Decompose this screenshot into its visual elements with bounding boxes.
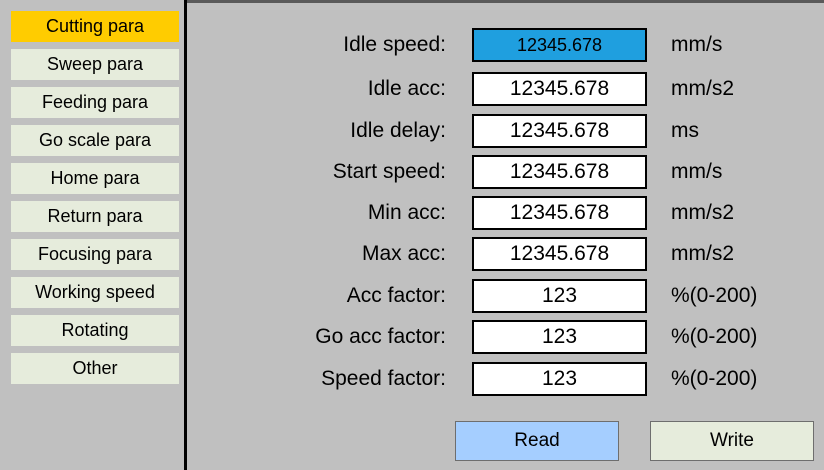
speed-factor-label: Speed factor: [321,367,446,390]
idle-speed-input[interactable] [472,28,647,62]
max-acc-input[interactable] [472,237,647,271]
sidebar-item-rotating[interactable]: Rotating [11,315,179,346]
sidebar-item-return-para[interactable]: Return para [11,201,179,232]
idle-speed-label: Idle speed: [343,33,446,56]
sidebar-item-go-scale-para[interactable]: Go scale para [11,125,179,156]
min-acc-input[interactable] [472,196,647,230]
idle-acc-input[interactable] [472,72,647,106]
idle-delay-unit: ms [671,119,699,142]
idle-delay-label: Idle delay: [350,119,446,142]
go-acc-factor-unit: %(0-200) [671,325,758,348]
min-acc-unit: mm/s2 [671,201,734,224]
acc-factor-label: Acc factor: [346,284,446,307]
start-speed-input[interactable] [472,155,647,189]
read-button[interactable]: Read [455,421,619,461]
idle-acc-unit: mm/s2 [671,77,734,100]
max-acc-label: Max acc: [361,242,446,265]
min-acc-label: Min acc: [367,201,446,224]
idle-speed-unit: mm/s [671,33,723,56]
write-button[interactable]: Write [650,421,814,461]
max-acc-unit: mm/s2 [671,242,734,265]
start-speed-label: Start speed: [332,160,446,183]
sidebar-item-cutting-para[interactable]: Cutting para [11,11,179,42]
speed-factor-input[interactable] [472,362,647,396]
go-acc-factor-input[interactable] [472,320,647,354]
start-speed-unit: mm/s [671,160,723,183]
sidebar-item-other[interactable]: Other [11,353,179,384]
sidebar: Cutting para Sweep para Feeding para Go … [0,0,184,470]
sidebar-item-focusing-para[interactable]: Focusing para [11,239,179,270]
speed-factor-unit: %(0-200) [671,367,758,390]
sidebar-item-working-speed[interactable]: Working speed [11,277,179,308]
sidebar-item-feeding-para[interactable]: Feeding para [11,87,179,118]
acc-factor-unit: %(0-200) [671,284,758,307]
sidebar-item-sweep-para[interactable]: Sweep para [11,49,179,80]
sidebar-item-home-para[interactable]: Home para [11,163,179,194]
param-panel: Idle speed: mm/s Idle acc: mm/s2 Idle de… [187,3,824,470]
idle-delay-input[interactable] [472,114,647,148]
idle-acc-label: Idle acc: [367,77,446,100]
acc-factor-input[interactable] [472,279,647,313]
go-acc-factor-label: Go acc factor: [315,325,446,348]
